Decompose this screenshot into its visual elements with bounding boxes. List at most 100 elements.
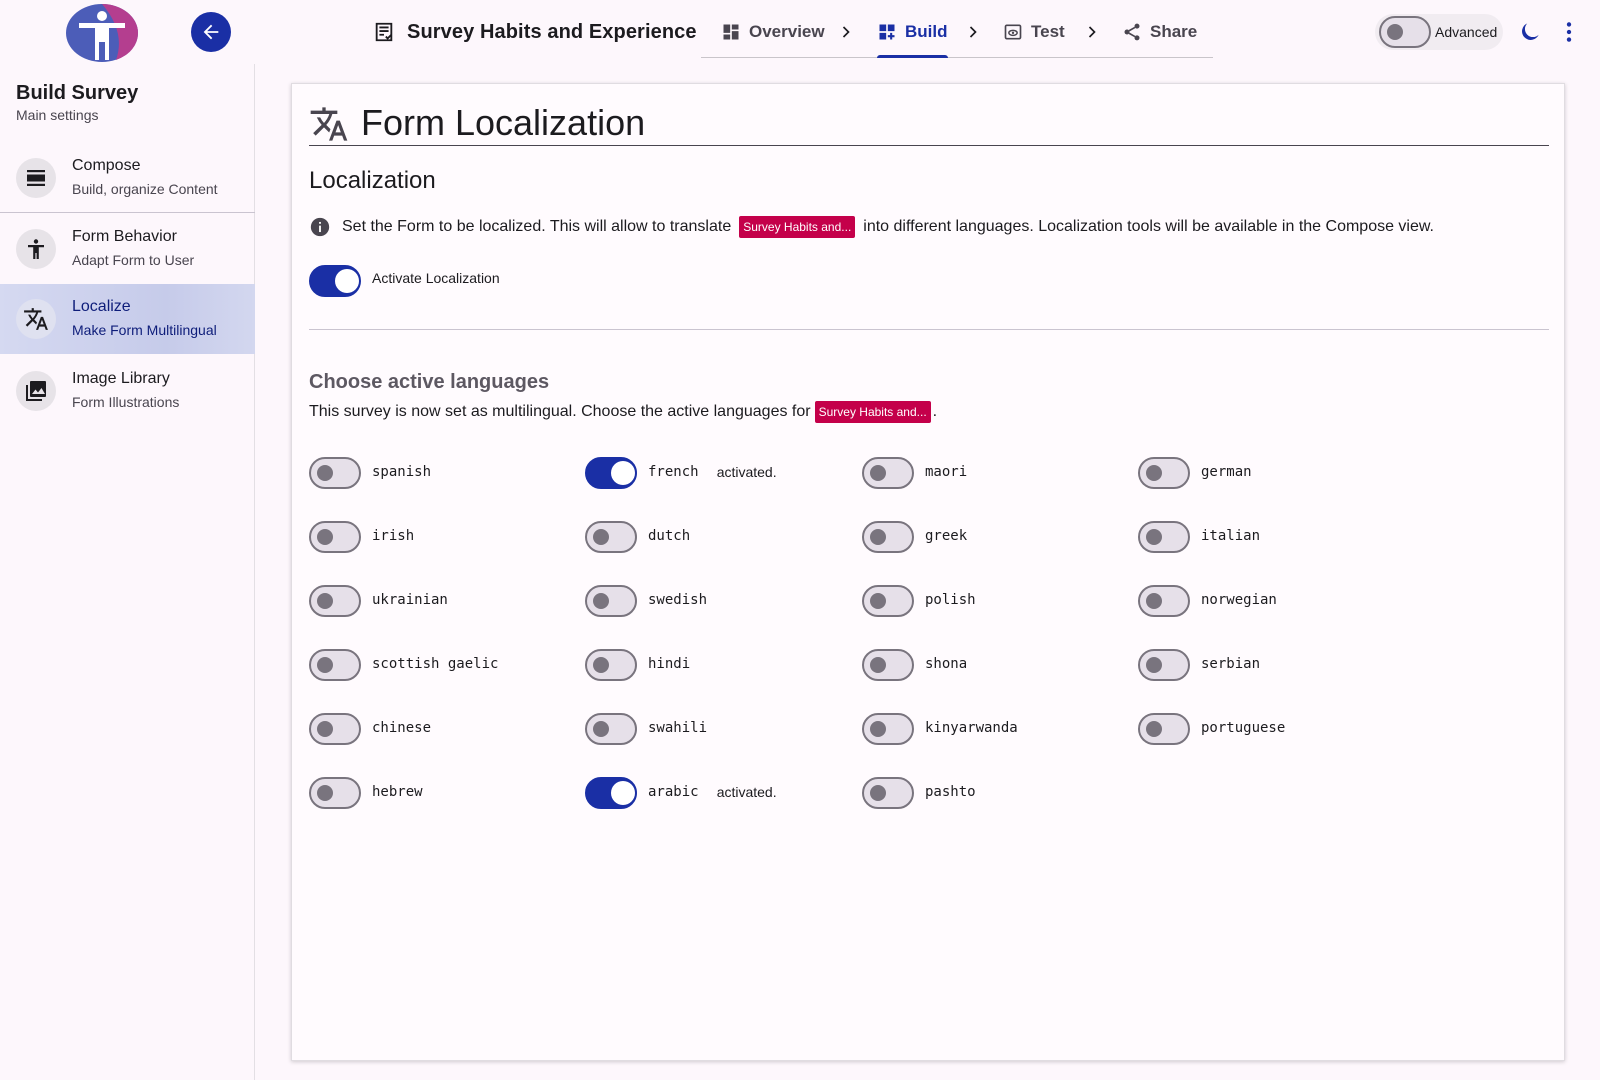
survey-title: Survey Habits and Experience	[407, 20, 697, 43]
language-switch-hebrew[interactable]	[309, 777, 361, 809]
switch-thumb	[593, 657, 609, 673]
language-switch-irish[interactable]	[309, 521, 361, 553]
language-name: scottish gaelic	[372, 656, 499, 672]
language-option-kinyarwanda: kinyarwanda	[862, 709, 1132, 749]
language-option-shona: shona	[862, 645, 1132, 685]
translate-icon	[310, 107, 348, 141]
language-name: shona	[925, 656, 968, 672]
language-option-portuguese: portuguese	[1138, 709, 1408, 749]
dark-mode-moon-icon[interactable]	[1517, 19, 1543, 45]
tab-build-label: Build	[905, 22, 948, 41]
page-title: Form Localization	[361, 102, 646, 143]
language-switch-french[interactable]	[585, 457, 637, 489]
app-logo	[64, 2, 140, 62]
section-divider	[309, 329, 1549, 330]
switch-thumb	[317, 593, 333, 609]
tab-share[interactable]: Share	[1122, 18, 1197, 46]
language-switch-swedish[interactable]	[585, 585, 637, 617]
language-switch-shona[interactable]	[862, 649, 914, 681]
language-option-german: german	[1138, 453, 1408, 493]
language-option-hindi: hindi	[585, 645, 855, 685]
language-name: french	[648, 464, 699, 480]
switch-thumb	[870, 657, 886, 673]
language-option-chinese: chinese	[309, 709, 579, 749]
more-vert-icon[interactable]	[1556, 19, 1582, 45]
sidebar-subtitle: Main settings	[16, 107, 99, 123]
language-name: norwegian	[1201, 592, 1277, 608]
language-status: activated.	[716, 464, 777, 480]
language-switch-norwegian[interactable]	[1138, 585, 1190, 617]
language-switch-kinyarwanda[interactable]	[862, 713, 914, 745]
translate-icon	[16, 299, 56, 339]
info-text-after: into different languages. Localization t…	[863, 218, 1434, 235]
tab-test[interactable]: Test	[1003, 18, 1065, 46]
language-option-arabic: arabic activated.	[585, 773, 855, 813]
info-text-before: Set the Form to be localized. This will …	[342, 218, 732, 235]
language-option-polish: polish	[862, 581, 1132, 621]
switch-thumb	[870, 785, 886, 801]
activate-localization-switch[interactable]	[309, 265, 361, 297]
language-name: chinese	[372, 720, 432, 736]
sidebar-item-desc: Build, organize Content	[72, 181, 218, 197]
language-option-serbian: serbian	[1138, 645, 1408, 685]
accessibility-icon	[16, 229, 56, 269]
language-switch-maori[interactable]	[862, 457, 914, 489]
language-switch-chinese[interactable]	[309, 713, 361, 745]
sidebar-item-image-library[interactable]: Image Library Form Illustrations	[0, 356, 255, 426]
chevron-right-icon	[969, 26, 977, 38]
language-switch-dutch[interactable]	[585, 521, 637, 553]
language-option-spanish: spanish	[309, 453, 579, 493]
language-switch-ukrainian[interactable]	[309, 585, 361, 617]
language-status: activated.	[716, 784, 777, 800]
language-switch-italian[interactable]	[1138, 521, 1190, 553]
language-switch-arabic[interactable]	[585, 777, 637, 809]
arrow-back-icon	[203, 24, 219, 40]
language-switch-spanish[interactable]	[309, 457, 361, 489]
sidebar-item-form-behavior[interactable]: Form Behavior Adapt Form to User	[0, 214, 255, 284]
switch-thumb	[1146, 593, 1162, 609]
chevron-right-icon	[842, 26, 850, 38]
language-option-maori: maori	[862, 453, 1132, 493]
advanced-switch[interactable]	[1379, 16, 1431, 48]
language-name: hindi	[648, 656, 691, 672]
language-name: kinyarwanda	[925, 720, 1018, 736]
sidebar-item-desc: Form Illustrations	[72, 394, 180, 410]
language-name: italian	[1201, 528, 1261, 544]
switch-thumb	[335, 269, 359, 293]
language-name: maori	[925, 464, 968, 480]
language-option-pashto: pashto	[862, 773, 1132, 813]
advanced-toggle-group: Advanced	[1375, 14, 1503, 50]
language-switch-portuguese[interactable]	[1138, 713, 1190, 745]
switch-thumb	[317, 785, 333, 801]
language-option-swahili: swahili	[585, 709, 855, 749]
switch-thumb	[317, 721, 333, 737]
language-switch-greek[interactable]	[862, 521, 914, 553]
language-switch-scottish-gaelic[interactable]	[309, 649, 361, 681]
sidebar-item-compose[interactable]: Compose Build, organize Content	[0, 143, 255, 213]
switch-thumb	[611, 781, 635, 805]
language-switch-hindi[interactable]	[585, 649, 637, 681]
localization-info: Set the Form to be localized. This will …	[309, 216, 1434, 238]
language-option-french: french activated.	[585, 453, 855, 493]
section-title: Localization	[309, 167, 436, 194]
language-name: pashto	[925, 784, 976, 800]
back-button[interactable]	[191, 12, 231, 52]
activate-localization-label: Activate Localization	[372, 270, 500, 286]
survey-name-chip: Survey Habits and...	[739, 216, 856, 238]
sidebar-item-localize[interactable]: Localize Make Form Multilingual	[0, 284, 255, 354]
tab-build[interactable]: Build	[877, 18, 948, 58]
sidebar-item-label: Localize	[72, 298, 131, 315]
language-switch-polish[interactable]	[862, 585, 914, 617]
preview-icon	[1004, 24, 1022, 40]
tab-overview[interactable]: Overview	[721, 18, 825, 46]
survey-form-icon	[375, 22, 393, 42]
language-name: polish	[925, 592, 976, 608]
language-name: dutch	[648, 528, 691, 544]
language-switch-pashto[interactable]	[862, 777, 914, 809]
language-switch-serbian[interactable]	[1138, 649, 1190, 681]
workflow-tabs: Overview Build Test Share	[701, 0, 1213, 58]
switch-thumb	[611, 461, 635, 485]
languages-desc-after: .	[932, 403, 938, 420]
language-switch-german[interactable]	[1138, 457, 1190, 489]
language-switch-swahili[interactable]	[585, 713, 637, 745]
